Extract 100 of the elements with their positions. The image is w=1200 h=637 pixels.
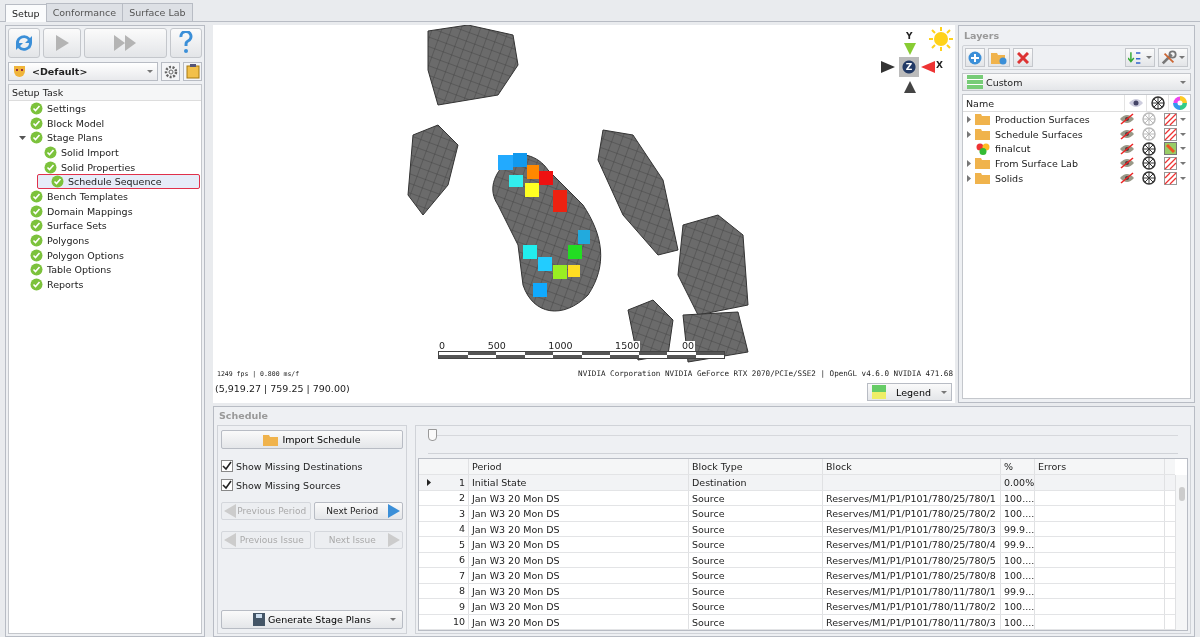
table-row[interactable]: 1 Initial State Destination 0.00% bbox=[419, 475, 1175, 491]
checkbox[interactable] bbox=[221, 460, 233, 472]
settings-icon bbox=[163, 64, 178, 79]
table-cell: 100.... bbox=[1001, 599, 1035, 614]
table-row[interactable]: 5 Jan W3 20 Mon DS Source Reserves/M1/P1/P101/780/25/780/4 99.9... bbox=[419, 537, 1175, 553]
row-number: 7 bbox=[419, 568, 469, 583]
period-slider[interactable] bbox=[428, 426, 1178, 454]
table-row[interactable]: 8 Jan W3 20 Mon DS Source Reserves/M1/P1/P101/780/11/780/1 99.9... bbox=[419, 583, 1175, 599]
table-cell: 100.... bbox=[1001, 614, 1035, 629]
task-item[interactable]: Block Model bbox=[10, 115, 200, 131]
hidden-eye-icon[interactable] bbox=[1120, 142, 1134, 155]
slider-thumb[interactable] bbox=[428, 429, 437, 441]
table-row[interactable]: 3 Jan W3 20 Mon DS Source Reserves/M1/P1/P101/780/25/780/2 100.... bbox=[419, 506, 1175, 522]
refresh-button[interactable] bbox=[8, 28, 40, 58]
wireframe-icon[interactable] bbox=[1142, 141, 1156, 156]
checkbox-option[interactable]: Show Missing Sources bbox=[221, 478, 403, 492]
column-header[interactable]: Block Type bbox=[689, 459, 823, 474]
layer-row[interactable]: Solids bbox=[963, 170, 1190, 186]
layer-row[interactable]: Schedule Surfaces bbox=[963, 126, 1190, 142]
table-row[interactable]: 4 Jan W3 20 Mon DS Source Reserves/M1/P1/P101/780/25/780/3 99.9... bbox=[419, 521, 1175, 537]
fast-forward-icon bbox=[113, 34, 138, 52]
panel-title: Schedule bbox=[218, 409, 269, 423]
hatched-swatch-icon[interactable] bbox=[1164, 156, 1177, 170]
tab[interactable]: Conformance bbox=[45, 3, 124, 21]
table-row[interactable]: 2 Jan W3 20 Mon DS Source Reserves/M1/P1/P101/780/25/780/1 100.... bbox=[419, 490, 1175, 506]
tab[interactable]: Surface Lab bbox=[122, 3, 193, 21]
column-header[interactable]: Period bbox=[469, 459, 689, 474]
expander-icon[interactable] bbox=[966, 174, 972, 182]
table-cell: Initial State bbox=[469, 475, 689, 490]
settings-button[interactable] bbox=[161, 62, 180, 81]
column-header[interactable]: Block bbox=[823, 459, 1001, 474]
generate-stage-plans-button[interactable]: Generate Stage Plans bbox=[221, 610, 403, 629]
tools-button[interactable] bbox=[1158, 48, 1188, 67]
scale-label: 00 bbox=[680, 341, 695, 351]
expander-icon[interactable] bbox=[966, 115, 972, 123]
hatched-swatch-icon[interactable] bbox=[1164, 171, 1177, 185]
task-item[interactable]: Bench Templates bbox=[10, 189, 200, 204]
table-row[interactable]: 6 Jan W3 20 Mon DS Source Reserves/M1/P1/P101/780/25/780/5 100.... bbox=[419, 552, 1175, 568]
delete-button[interactable] bbox=[1013, 48, 1033, 67]
hidden-eye-icon[interactable] bbox=[1120, 157, 1134, 170]
checkbox[interactable] bbox=[221, 479, 233, 491]
wireframe-icon[interactable] bbox=[1142, 171, 1156, 186]
hidden-eye-icon[interactable] bbox=[1120, 172, 1134, 185]
table-row[interactable]: 7 Jan W3 20 Mon DS Source Reserves/M1/P1/P101/780/25/780/8 100.... bbox=[419, 568, 1175, 584]
legend-button[interactable]: Legend bbox=[867, 383, 952, 401]
task-item[interactable]: Settings bbox=[10, 101, 200, 116]
mask-icon bbox=[13, 65, 26, 78]
task-item[interactable]: Surface Sets bbox=[10, 218, 200, 234]
hatched-swatch-icon[interactable] bbox=[1164, 112, 1177, 126]
help-button[interactable] bbox=[170, 28, 202, 58]
table-cell: Source bbox=[689, 506, 823, 521]
expander-icon[interactable] bbox=[966, 130, 972, 138]
task-item[interactable]: Solid Import bbox=[10, 145, 200, 160]
right-arrow-icon bbox=[388, 533, 400, 547]
task-item[interactable]: Stage Plans bbox=[10, 130, 200, 146]
layer-preset-dropdown[interactable]: Custom bbox=[962, 73, 1191, 91]
task-item[interactable]: Domain Mappings bbox=[10, 203, 200, 219]
row-number: 1 bbox=[419, 475, 469, 490]
task-item[interactable]: Schedule Sequence bbox=[37, 174, 200, 190]
layer-row[interactable]: Production Surfaces bbox=[963, 112, 1190, 127]
task-item[interactable]: Reports bbox=[10, 277, 200, 292]
task-item[interactable]: Polygons bbox=[10, 233, 200, 248]
table-cell: Jan W3 20 Mon DS bbox=[469, 521, 689, 536]
layer-row[interactable]: From Surface Lab bbox=[963, 156, 1190, 171]
axis-gizmo[interactable]: Y Z X bbox=[881, 31, 941, 95]
hidden-eye-icon[interactable] bbox=[1120, 128, 1134, 141]
table-cell: Jan W3 20 Mon DS bbox=[469, 506, 689, 521]
import-schedule-button[interactable]: Import Schedule bbox=[221, 430, 403, 449]
scale-label: 1500 bbox=[614, 341, 641, 351]
table-cell: Source bbox=[689, 599, 823, 614]
column-header[interactable]: % bbox=[1001, 459, 1035, 474]
profile-dropdown[interactable]: <Default> bbox=[8, 62, 158, 81]
tab[interactable]: Setup bbox=[5, 4, 47, 22]
triangle-icon[interactable] bbox=[881, 61, 895, 73]
layer-row[interactable]: finalcut bbox=[963, 141, 1190, 157]
right-arrow-icon bbox=[388, 504, 400, 518]
expander-icon[interactable] bbox=[19, 134, 26, 142]
hatched-swatch-icon[interactable] bbox=[1164, 127, 1177, 141]
folder-plus-icon bbox=[991, 50, 1007, 65]
add-layer-button[interactable] bbox=[965, 48, 985, 67]
sort-button[interactable] bbox=[1125, 48, 1155, 67]
table-cell: Reserves/M1/P1/P101/780/25/780/3 bbox=[823, 521, 1001, 536]
checkbox-option[interactable]: Show Missing Destinations bbox=[221, 459, 403, 473]
triangle-icon[interactable] bbox=[904, 81, 916, 93]
cursor-coordinates: (5,919.27 | 759.25 | 790.00) bbox=[215, 383, 350, 394]
wireframe-icon[interactable] bbox=[1142, 156, 1156, 171]
table-row[interactable]: 9 Jan W3 20 Mon DS Source Reserves/M1/P1/P101/780/11/780/2 100.... bbox=[419, 599, 1175, 615]
table-row[interactable]: 10 Jan W3 20 Mon DS Source Reserves/M1/P1/P101/780/11/780/3 100.... bbox=[419, 614, 1175, 630]
row-number: 4 bbox=[419, 521, 469, 536]
task-item[interactable]: Table Options bbox=[10, 262, 200, 278]
task-item[interactable]: Solid Properties bbox=[10, 159, 200, 175]
column-header[interactable]: Errors bbox=[1035, 459, 1165, 474]
nav-button[interactable]: Next Period bbox=[313, 502, 403, 520]
color-map-swatch-icon[interactable] bbox=[1164, 142, 1177, 156]
scrollbar[interactable] bbox=[1175, 475, 1187, 630]
expander-icon[interactable] bbox=[966, 159, 972, 167]
add-folder-button[interactable] bbox=[988, 48, 1010, 67]
clipboard-button[interactable] bbox=[183, 62, 202, 81]
hidden-eye-icon[interactable] bbox=[1120, 113, 1134, 126]
task-item[interactable]: Polygon Options bbox=[10, 247, 200, 263]
